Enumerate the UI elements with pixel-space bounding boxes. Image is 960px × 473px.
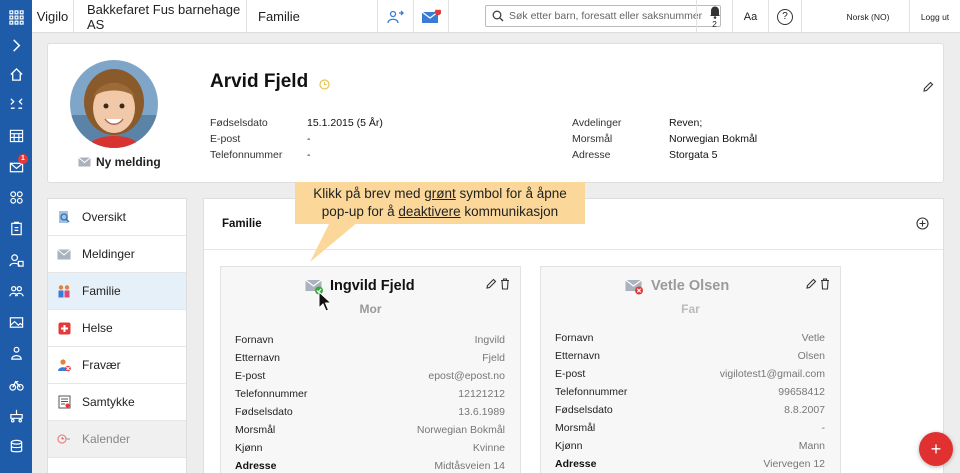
info-row-email: E-post -: [210, 133, 311, 145]
calendar-menu-icon: [57, 432, 71, 446]
messages-badge: 1: [436, 5, 440, 12]
field-row: Etternavn Olsen: [555, 350, 825, 362]
status-clock-icon: [319, 77, 330, 95]
field-row: E-post vigilotest1@gmail.com: [555, 368, 825, 380]
parent-name: Ingvild Fjeld: [330, 278, 415, 294]
info-row-department: Avdelinger Reven;: [572, 117, 703, 129]
field-row: Morsmål -: [555, 422, 825, 434]
field-row: E-post epost@epost.no: [235, 370, 505, 382]
expand-icon[interactable]: [6, 35, 26, 55]
logout-button[interactable]: Logg ut: [909, 0, 960, 33]
field-row: Fornavn Vetle: [555, 332, 825, 344]
mail-inactive-icon[interactable]: [625, 279, 645, 300]
info-row-address: Adresse Storgata 5: [572, 149, 718, 161]
notifications-button[interactable]: 2: [696, 0, 732, 33]
calendar-icon[interactable]: [6, 125, 26, 145]
section-title: Familie: [258, 9, 300, 24]
organization-name[interactable]: Bakkefaret Fus barnehage AS: [74, 0, 247, 33]
menu-item-messages[interactable]: Meldinger: [48, 236, 186, 273]
parent-card-mother: Ingvild Fjeld Mor Fornavn Ingvild Etterna…: [220, 266, 521, 473]
plus-icon: +: [930, 439, 942, 459]
top-bar: Vigilo Bakkefaret Fus barnehage AS Famil…: [32, 0, 960, 33]
family-icon: [57, 284, 71, 298]
parent-card-father: Vetle Olsen Far Fornavn Vetle Etternavn Ol…: [540, 266, 841, 473]
people-icon[interactable]: [6, 281, 26, 301]
new-message-label: Ny melding: [96, 155, 161, 169]
edit-parent-icon[interactable]: [805, 277, 817, 295]
delete-parent-icon[interactable]: [500, 277, 510, 295]
mail-icon[interactable]: 1: [6, 154, 28, 177]
mail-badge: 1: [18, 154, 28, 164]
field-row: Fornavn Ingvild: [235, 334, 505, 346]
search-box[interactable]: [485, 5, 721, 27]
overview-icon: [57, 210, 71, 224]
messages-icon[interactable]: 1: [413, 0, 449, 33]
child-profile-card: Ny melding Arvid Fjeld Fødselsdato 15.1.…: [47, 43, 944, 183]
font-size-button[interactable]: Aa: [732, 0, 768, 33]
family-title: Familie: [222, 218, 262, 230]
avatar: [70, 60, 158, 148]
new-message-button[interactable]: Ny melding: [78, 155, 161, 169]
checkin-icon[interactable]: [6, 93, 26, 113]
home-icon[interactable]: [6, 64, 26, 84]
menu-item-calendar[interactable]: Kalender: [48, 421, 186, 458]
field-row: Telefonnummer 99658412: [555, 386, 825, 398]
help-icon: ?: [777, 8, 793, 25]
field-row: Adresse Midtåsveien 14: [235, 460, 505, 472]
left-navigation: 1: [0, 0, 32, 473]
instruction-callout: Klikk på brev med grønt symbol for å åpn…: [295, 182, 585, 224]
notification-count: 2: [712, 18, 717, 29]
parent-switch-icon[interactable]: [377, 0, 413, 33]
profile-info-right: Avdelinger Reven; Morsmål Norwegian Bokm…: [572, 115, 792, 163]
info-row-phone: Telefonnummer -: [210, 149, 311, 161]
edit-parent-icon[interactable]: [485, 277, 497, 295]
clipboard-icon[interactable]: [6, 218, 26, 238]
envelope-icon: [78, 157, 91, 167]
gallery-icon[interactable]: [6, 312, 26, 332]
apps-grid-icon[interactable]: [6, 7, 26, 27]
bicycle-icon[interactable]: [6, 374, 26, 394]
search-input[interactable]: [509, 10, 709, 22]
profile-info-left: Fødselsdato 15.1.2015 (5 År) E-post - Te…: [210, 115, 410, 163]
edit-profile-icon[interactable]: [922, 80, 934, 98]
field-row: Adresse Viervegen 12: [555, 458, 825, 470]
brand-logo[interactable]: Vigilo: [32, 0, 74, 33]
field-row: Fødselsdato 13.6.1989: [235, 406, 505, 418]
callout-tail: [310, 222, 358, 262]
absence-icon: [57, 358, 71, 372]
add-button[interactable]: +: [919, 432, 953, 466]
delete-parent-icon[interactable]: [820, 277, 830, 295]
bell-icon: [709, 6, 720, 19]
health-icon: [57, 321, 71, 335]
child-icon[interactable]: [6, 343, 26, 363]
messages-menu-icon: [57, 247, 71, 261]
field-row: Kjønn Mann: [555, 440, 825, 452]
groups-icon[interactable]: [6, 187, 26, 207]
add-family-member-icon[interactable]: [916, 217, 929, 235]
field-row: Etternavn Fjeld: [235, 352, 505, 364]
field-row: Telefonnummer 12121212: [235, 388, 505, 400]
search-icon: [492, 10, 504, 22]
parent-name: Vetle Olsen: [651, 278, 730, 294]
field-row: Fødselsdato 8.8.2007: [555, 404, 825, 416]
help-button[interactable]: ?: [768, 0, 802, 33]
info-row-birthdate: Fødselsdato 15.1.2015 (5 År): [210, 117, 383, 129]
parent-role: Mor: [359, 302, 382, 316]
field-row: Morsmål Norwegian Bokmål: [235, 424, 505, 436]
storage-icon[interactable]: [6, 436, 26, 456]
parent-role: Far: [681, 302, 700, 316]
side-menu: Oversikt Meldinger Familie Helse Fravær …: [47, 198, 187, 473]
child-name: Arvid Fjeld: [210, 71, 309, 92]
person-lock-icon[interactable]: [6, 250, 26, 270]
consent-icon: [57, 395, 71, 409]
menu-item-family[interactable]: Familie: [48, 273, 186, 310]
stroller-icon[interactable]: [6, 405, 26, 425]
field-row: Kjønn Kvinne: [235, 442, 505, 454]
menu-item-overview[interactable]: Oversikt: [48, 199, 186, 236]
menu-item-absence[interactable]: Fravær: [48, 347, 186, 384]
language-selector[interactable]: Norsk (NO): [838, 0, 898, 33]
menu-item-consent[interactable]: Samtykke: [48, 384, 186, 421]
menu-item-health[interactable]: Helse: [48, 310, 186, 347]
info-row-mother-tongue: Morsmål Norwegian Bokmål: [572, 133, 758, 145]
